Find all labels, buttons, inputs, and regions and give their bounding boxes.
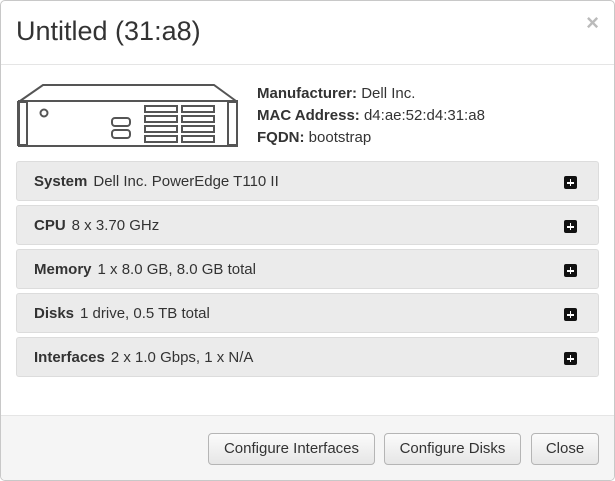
section-cpu-title: CPU 8 x 3.70 GHz xyxy=(34,206,159,246)
section-system-title: System Dell Inc. PowerEdge T110 II xyxy=(34,162,279,202)
mac-address-label: MAC Address: xyxy=(257,107,360,124)
plus-square-icon[interactable] xyxy=(564,176,577,189)
configure-interfaces-button[interactable]: Configure Interfaces xyxy=(208,433,375,465)
section-label: CPU xyxy=(34,217,66,234)
section-value: 1 drive, 0.5 TB total xyxy=(80,305,210,322)
section-interfaces-title: Interfaces 2 x 1.0 Gbps, 1 x N/A xyxy=(34,338,253,378)
section-value: Dell Inc. PowerEdge T110 II xyxy=(93,173,279,190)
plus-square-icon[interactable] xyxy=(564,308,577,321)
close-icon[interactable]: × xyxy=(586,11,599,35)
section-disks-title: Disks 1 drive, 0.5 TB total xyxy=(34,294,210,334)
section-value: 1 x 8.0 GB, 8.0 GB total xyxy=(97,261,256,278)
section-system[interactable]: System Dell Inc. PowerEdge T110 II xyxy=(16,161,599,201)
section-interfaces[interactable]: Interfaces 2 x 1.0 Gbps, 1 x N/A xyxy=(16,337,599,377)
fqdn-label: FQDN: xyxy=(257,129,305,146)
hardware-sections: System Dell Inc. PowerEdge T110 II CPU 8 x… xyxy=(16,161,599,381)
manufacturer-row: Manufacturer: Dell Inc. xyxy=(257,83,485,105)
dialog-header: Untitled (31:a8) × xyxy=(1,1,614,65)
node-summary: Manufacturer: Dell Inc. MAC Address: d4:… xyxy=(257,83,485,149)
dialog-footer: Configure Interfaces Configure Disks Clo… xyxy=(1,415,614,480)
fqdn-value: bootstrap xyxy=(308,129,372,146)
section-value: 2 x 1.0 Gbps, 1 x N/A xyxy=(110,349,254,366)
section-memory-title: Memory 1 x 8.0 GB, 8.0 GB total xyxy=(34,250,256,290)
section-disks[interactable]: Disks 1 drive, 0.5 TB total xyxy=(16,293,599,333)
node-details-dialog: Untitled (31:a8) × Manufacturer: Dell In… xyxy=(0,0,615,481)
section-label: System xyxy=(34,173,88,190)
plus-square-icon[interactable] xyxy=(564,220,577,233)
manufacturer-label: Manufacturer: xyxy=(257,85,358,102)
section-label: Memory xyxy=(34,261,92,278)
fqdn-row: FQDN: bootstrap xyxy=(257,127,485,149)
configure-disks-button[interactable]: Configure Disks xyxy=(384,433,521,465)
section-memory[interactable]: Memory 1 x 8.0 GB, 8.0 GB total xyxy=(16,249,599,289)
plus-square-icon[interactable] xyxy=(564,352,577,365)
section-cpu[interactable]: CPU 8 x 3.70 GHz xyxy=(16,205,599,245)
manufacturer-value: Dell Inc. xyxy=(361,85,416,102)
section-value: 8 x 3.70 GHz xyxy=(71,217,160,234)
mac-address-value: d4:ae:52:d4:31:a8 xyxy=(363,107,485,124)
dialog-title: Untitled (31:a8) xyxy=(16,16,201,46)
plus-square-icon[interactable] xyxy=(564,264,577,277)
server-icon xyxy=(17,84,238,147)
close-button[interactable]: Close xyxy=(531,433,599,465)
section-label: Interfaces xyxy=(34,349,105,366)
mac-address-row: MAC Address: d4:ae:52:d4:31:a8 xyxy=(257,105,485,127)
section-label: Disks xyxy=(34,305,75,322)
